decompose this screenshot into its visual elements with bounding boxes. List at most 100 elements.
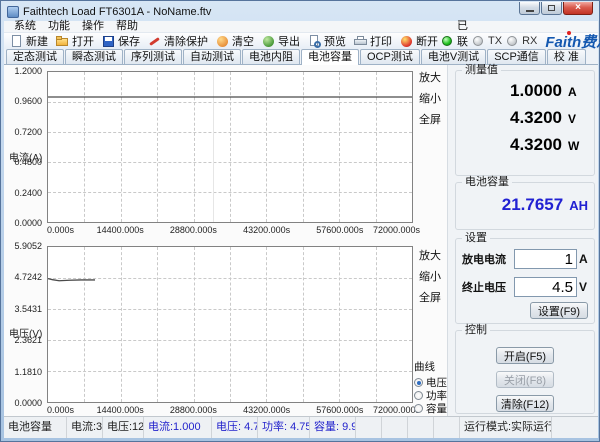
voltage-chart-xaxis: 0.000s14400.000s28800.000s43200.000s5760… xyxy=(47,405,413,416)
current-chart-plot xyxy=(47,71,413,223)
control-button-清除(F12)[interactable]: 清除(F12) xyxy=(496,395,554,412)
window-controls: × xyxy=(518,2,593,15)
capacity-group-label: 电池容量 xyxy=(462,177,512,188)
window-title: Faithtech Load FT6301A - NoName.ftv xyxy=(23,6,211,18)
right-panel: 测量值 1.0000A4.3200V4.3200W 电池容量 21.7657 A… xyxy=(448,65,598,416)
close-icon: × xyxy=(575,3,581,13)
radio-icon xyxy=(414,391,423,400)
discharge-current-label: 放电电流 xyxy=(462,251,514,267)
statusbar-cell: 电流:1.000 xyxy=(144,417,212,438)
statusbar-cell: 电流:30A xyxy=(67,417,103,438)
cutoff-voltage-input[interactable] xyxy=(514,277,577,297)
full-screen-link[interactable]: 全屏 xyxy=(419,289,449,305)
toolbar-button-保存[interactable]: 保存 xyxy=(98,33,144,49)
toolbar: 新建打开保存清除保护清空导出预览打印断开 已联机 TX RX Faith费思 xyxy=(4,32,598,49)
zoom-in-link[interactable]: 放大 xyxy=(419,247,449,263)
control-group: 控制 开启(F5)关闭(F8)清除(F12) xyxy=(455,330,595,414)
statusbar-cell: 电池容量 xyxy=(4,417,67,438)
close-button[interactable]: × xyxy=(563,2,593,15)
toolbar-button-label: 保存 xyxy=(118,33,140,49)
curve-option-容量[interactable]: 容量 xyxy=(414,402,448,415)
y-tick-label: 5.9052 xyxy=(14,241,42,251)
statusbar-cell: 运行模式:实际运行 xyxy=(460,417,552,438)
tab-SCP通信[interactable]: SCP通信 xyxy=(487,49,546,64)
new-file-icon xyxy=(10,35,23,48)
x-tick-label: 57600.000s xyxy=(316,405,363,415)
toolbar-button-新建[interactable]: 新建 xyxy=(6,33,52,49)
y-tick-label: 0.0000 xyxy=(14,218,42,228)
toolbar-button-清除保护[interactable]: 清除保护 xyxy=(144,33,212,49)
toolbar-button-label: 预览 xyxy=(324,33,346,49)
settings-group-label: 设置 xyxy=(462,233,490,244)
discharge-current-input[interactable] xyxy=(514,249,577,269)
x-tick-label: 72000.000s xyxy=(373,405,420,415)
y-tick-label: 0.2400 xyxy=(14,188,42,198)
minimize-button[interactable] xyxy=(519,2,540,15)
export-icon xyxy=(262,35,275,48)
rx-label: RX xyxy=(522,35,537,47)
statusbar: 电池容量电流:30A电压:120V电流:1.000电压: 4.75功率: 4.7… xyxy=(4,416,598,438)
zoom-in-link[interactable]: 放大 xyxy=(419,69,449,85)
current-chart-controls: 放大缩小全屏 xyxy=(419,69,449,127)
toolbar-button-label: 新建 xyxy=(26,33,48,49)
statusbar-cell: 容量: 9.917 xyxy=(310,417,356,438)
statusbar-cell: 电压:120V xyxy=(103,417,144,438)
tab-校 准[interactable]: 校 准 xyxy=(547,49,586,64)
x-tick-label: 0.000s xyxy=(47,225,74,235)
tabbar: 定态测试瞬态测试序列测试自动测试电池内阻电池容量OCP测试电池V测试SCP通信校… xyxy=(4,49,598,65)
print-icon xyxy=(354,35,367,48)
measurement-value: 4.3200 xyxy=(510,135,562,155)
menu-item-帮助[interactable]: 帮助 xyxy=(110,21,144,32)
y-tick-label: 4.7242 xyxy=(14,272,42,282)
tab-序列测试[interactable]: 序列测试 xyxy=(124,49,182,64)
full-screen-link[interactable]: 全屏 xyxy=(419,111,449,127)
statusbar-cell xyxy=(356,417,382,438)
clear-protection-icon xyxy=(148,35,161,48)
toolbar-button-预览[interactable]: 预览 xyxy=(304,33,350,49)
x-tick-label: 43200.000s xyxy=(243,405,290,415)
tab-电池V测试[interactable]: 电池V测试 xyxy=(421,49,486,64)
apply-settings-button[interactable]: 设置(F9) xyxy=(530,302,588,319)
menu-item-功能[interactable]: 功能 xyxy=(42,21,76,32)
measurement-unit: W xyxy=(568,139,588,153)
x-tick-label: 57600.000s xyxy=(316,225,363,235)
statusbar-cell xyxy=(408,417,434,438)
menu-item-操作[interactable]: 操作 xyxy=(76,21,110,32)
y-tick-label: 0.9600 xyxy=(14,96,42,106)
y-tick-label: 1.1810 xyxy=(14,367,42,377)
toolbar-button-打印[interactable]: 打印 xyxy=(350,33,396,49)
zoom-out-link[interactable]: 缩小 xyxy=(419,268,449,284)
toolbar-button-导出[interactable]: 导出 xyxy=(258,33,304,49)
curve-selector: 曲线 电压功率容量 xyxy=(414,359,448,415)
toolbar-button-label: 清除保护 xyxy=(164,33,208,49)
tab-瞬态测试[interactable]: 瞬态测试 xyxy=(65,49,123,64)
tab-自动测试[interactable]: 自动测试 xyxy=(183,49,241,64)
toolbar-button-清空[interactable]: 清空 xyxy=(212,33,258,49)
control-button-开启(F5)[interactable]: 开启(F5) xyxy=(496,347,554,364)
measurement-value: 4.3200 xyxy=(510,108,562,128)
tab-OCP测试[interactable]: OCP测试 xyxy=(360,49,420,64)
toolbar-button-断开[interactable]: 断开 xyxy=(396,33,442,49)
toolbar-button-打开[interactable]: 打开 xyxy=(52,33,98,49)
clear-icon xyxy=(216,35,229,48)
zoom-out-link[interactable]: 缩小 xyxy=(419,90,449,106)
app-window: Faithtech Load FT6301A - NoName.ftv × 系统… xyxy=(0,0,600,442)
disconnect-icon xyxy=(400,35,413,48)
discharge-current-unit: A xyxy=(579,252,590,266)
menu-item-系统[interactable]: 系统 xyxy=(8,21,42,32)
tab-定态测试[interactable]: 定态测试 xyxy=(6,49,64,64)
x-tick-label: 0.000s xyxy=(47,405,74,415)
maximize-button[interactable] xyxy=(541,2,562,15)
tab-电池内阻[interactable]: 电池内阻 xyxy=(242,49,300,64)
measurement-value: 1.0000 xyxy=(510,81,562,101)
tx-indicator-icon xyxy=(473,36,483,46)
online-indicator-icon xyxy=(442,36,452,46)
radio-icon xyxy=(414,378,423,387)
measurement-group-label: 测量值 xyxy=(462,65,501,76)
tab-电池容量[interactable]: 电池容量 xyxy=(301,49,359,65)
toolbar-button-label: 打开 xyxy=(72,33,94,49)
titlebar[interactable]: Faithtech Load FT6301A - NoName.ftv xyxy=(7,4,515,20)
app-icon xyxy=(7,6,19,18)
measurement-row: 4.3200V xyxy=(462,108,588,135)
toolbar-button-label: 导出 xyxy=(278,33,300,49)
